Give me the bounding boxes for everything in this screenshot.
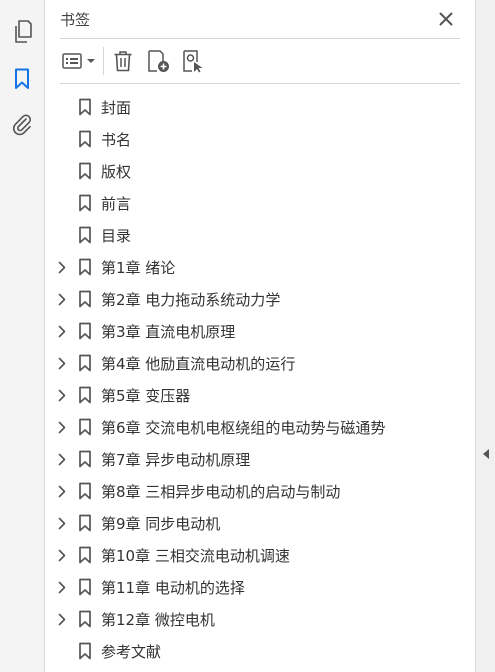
options-menu-button[interactable] — [60, 49, 98, 73]
bookmark-icon — [78, 226, 92, 244]
bookmark-label: 第2章 电力拖动系统动力学 — [101, 291, 281, 309]
expand-chevron-icon[interactable] — [55, 324, 69, 338]
bookmark-icon — [78, 162, 92, 180]
paperclip-icon — [13, 114, 32, 136]
expand-chevron-icon[interactable] — [55, 292, 69, 306]
bookmark-label: 第12章 微控电机 — [101, 611, 215, 629]
bookmark-label: 第4章 他励直流电动机的运行 — [101, 355, 296, 373]
bookmark-icon — [78, 514, 92, 532]
bookmark-icon — [78, 418, 92, 436]
list-options-icon — [62, 53, 82, 69]
delete-bookmark-button[interactable] — [111, 49, 135, 73]
bookmarks-sidebar: 书签 封面 书名 版权 前言 目录 第1章 绪论 第2章 电力拖动系统动力学 第… — [0, 0, 495, 672]
bookmark-item[interactable]: 第7章 异步电动机原理 — [45, 443, 475, 475]
bookmark-icon — [78, 610, 92, 628]
bookmark-label: 第7章 异步电动机原理 — [101, 451, 251, 469]
bookmark-item[interactable]: 第2章 电力拖动系统动力学 — [45, 283, 475, 315]
new-bookmark-button[interactable] — [145, 49, 171, 73]
expand-chevron-icon[interactable] — [55, 452, 69, 466]
bookmark-item[interactable]: 封面 — [45, 91, 475, 123]
bookmark-item[interactable]: 第4章 他励直流电动机的运行 — [45, 347, 475, 379]
expand-chevron-icon[interactable] — [55, 484, 69, 498]
bookmark-icon — [78, 98, 92, 116]
bookmarks-toolbar — [60, 39, 460, 84]
bookmark-icon — [78, 354, 92, 372]
collapse-panel-icon[interactable] — [482, 448, 490, 460]
bookmark-icon — [78, 578, 92, 596]
expand-chevron-icon[interactable] — [55, 580, 69, 594]
bookmark-icon — [78, 258, 92, 276]
bookmark-item[interactable]: 前言 — [45, 187, 475, 219]
bookmark-icon — [78, 194, 92, 212]
new-bookmark-from-structure-button[interactable] — [180, 49, 206, 73]
pages-icon — [15, 20, 32, 43]
bookmark-label: 第10章 三相交流电动机调速 — [101, 547, 290, 565]
new-bookmark-icon — [148, 50, 169, 72]
tagged-bookmark-icon — [183, 50, 203, 73]
expand-chevron-icon[interactable] — [55, 260, 69, 274]
bookmark-item[interactable]: 目录 — [45, 219, 475, 251]
bookmarks-button[interactable] — [9, 66, 35, 92]
bookmark-label: 第3章 直流电机原理 — [101, 323, 236, 341]
bookmark-icon — [78, 450, 92, 468]
bookmark-item[interactable]: 第5章 变压器 — [45, 379, 475, 411]
bookmark-icon — [78, 130, 92, 148]
bookmark-item[interactable]: 第6章 交流电机电枢绕组的电动势与磁通势 — [45, 411, 475, 443]
chevron-down-icon — [87, 59, 95, 63]
bookmark-label: 第1章 绪论 — [101, 259, 176, 277]
bookmark-item[interactable]: 第3章 直流电机原理 — [45, 315, 475, 347]
expand-chevron-icon[interactable] — [55, 356, 69, 370]
bookmark-item[interactable]: 第9章 同步电动机 — [45, 507, 475, 539]
bookmark-icon — [78, 482, 92, 500]
bookmark-icon — [78, 386, 92, 404]
close-button[interactable] — [436, 9, 456, 29]
pages-button[interactable] — [9, 19, 35, 45]
bookmark-item[interactable]: 第10章 三相交流电动机调速 — [45, 539, 475, 571]
bookmark-icon — [78, 642, 92, 660]
bookmark-item[interactable]: 第1章 绪论 — [45, 251, 475, 283]
expand-chevron-icon[interactable] — [55, 612, 69, 626]
bookmark-label: 第8章 三相异步电动机的启动与制动 — [101, 483, 341, 501]
expand-chevron-icon[interactable] — [55, 420, 69, 434]
bookmark-label: 参考文献 — [101, 643, 162, 661]
right-pane-divider — [475, 0, 495, 672]
bookmarks-panel: 书签 封面 书名 版权 前言 目录 第1章 绪论 第2章 电力拖动系统动力学 第… — [45, 0, 475, 672]
bookmark-icon — [78, 546, 92, 564]
bookmark-label: 第6章 交流电机电枢绕组的电动势与磁通势 — [101, 419, 386, 437]
expand-chevron-icon[interactable] — [55, 388, 69, 402]
bookmark-item[interactable]: 第8章 三相异步电动机的启动与制动 — [45, 475, 475, 507]
bookmark-item[interactable]: 书名 — [45, 123, 475, 155]
navigation-rail — [0, 0, 45, 672]
expand-chevron-icon[interactable] — [55, 516, 69, 530]
expand-chevron-icon[interactable] — [55, 548, 69, 562]
close-icon — [439, 12, 453, 26]
bookmark-item[interactable]: 版权 — [45, 155, 475, 187]
bookmark-label: 前言 — [101, 195, 132, 213]
toolbar-divider — [103, 47, 104, 75]
bookmark-icon — [15, 68, 29, 89]
bookmark-icon — [78, 322, 92, 340]
trash-icon — [114, 51, 132, 72]
bookmark-label: 封面 — [101, 99, 132, 117]
attachments-button[interactable] — [9, 112, 35, 138]
bookmark-item[interactable]: 第11章 电动机的选择 — [45, 571, 475, 603]
bookmark-item[interactable]: 第12章 微控电机 — [45, 603, 475, 635]
panel-title: 书签 — [60, 11, 91, 29]
bookmark-label: 书名 — [101, 131, 132, 149]
panel-header: 书签 — [60, 0, 460, 39]
bookmark-list: 封面 书名 版权 前言 目录 第1章 绪论 第2章 电力拖动系统动力学 第3章 直流电机原理第… — [45, 91, 475, 667]
bookmark-icon — [78, 290, 92, 308]
bookmark-label: 第11章 电动机的选择 — [101, 579, 245, 597]
bookmark-item[interactable]: 参考文献 — [45, 635, 475, 667]
bookmark-label: 目录 — [101, 227, 132, 245]
bookmark-label: 版权 — [101, 163, 132, 181]
bookmark-label: 第9章 同步电动机 — [101, 515, 221, 533]
bookmark-label: 第5章 变压器 — [101, 387, 191, 405]
